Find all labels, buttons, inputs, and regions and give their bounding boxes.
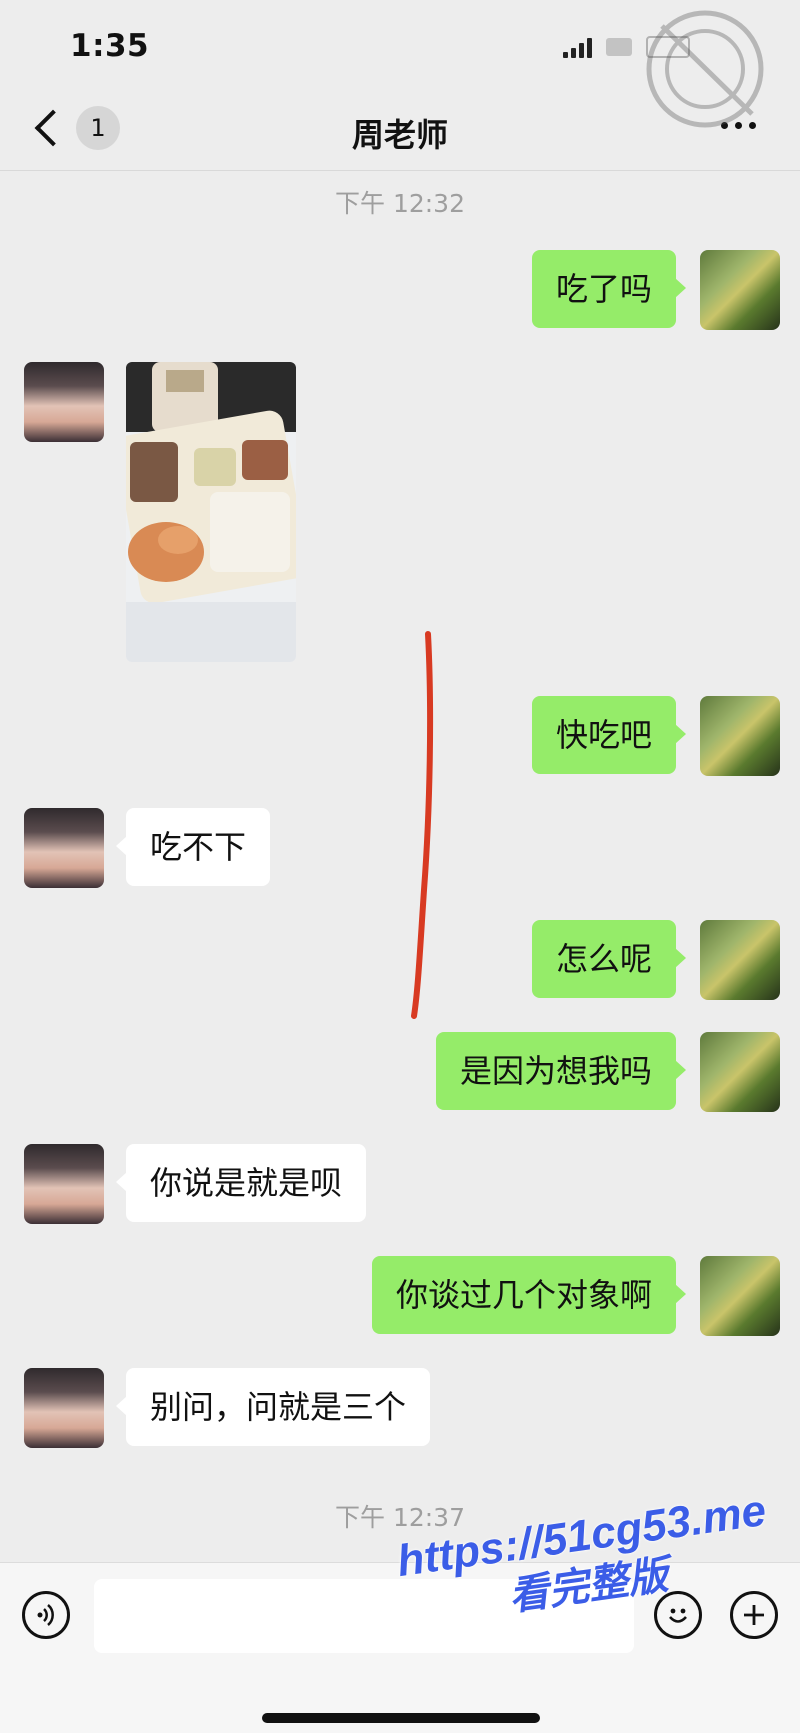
my-message-bubble[interactable]: 怎么呢 (531, 920, 687, 998)
battery-icon (646, 36, 690, 58)
signal-icon (563, 36, 592, 58)
input-bar (0, 1562, 800, 1733)
my-avatar[interactable] (700, 696, 780, 776)
more-functions-button[interactable] (730, 1591, 778, 1639)
my-avatar[interactable] (700, 250, 780, 330)
voice-icon (37, 1604, 54, 1626)
chat-title: 周老师 (351, 116, 448, 154)
my-message-bubble[interactable]: 是因为想我吗 (435, 1032, 687, 1110)
contact-message-bubble[interactable]: 吃不下 (115, 808, 271, 886)
contact-avatar[interactable] (24, 1368, 104, 1448)
voice-input-button[interactable] (22, 1591, 70, 1639)
my-avatar[interactable] (700, 1256, 780, 1336)
message-input[interactable] (94, 1579, 634, 1653)
contact-message-bubble[interactable]: 你说是就是呗 (115, 1144, 367, 1222)
contact-avatar[interactable] (24, 362, 104, 442)
my-avatar[interactable] (700, 1032, 780, 1112)
emoji-button[interactable] (654, 1591, 702, 1639)
photo-message[interactable] (126, 362, 296, 662)
more-options-button[interactable] (721, 122, 756, 129)
contact-message-bubble[interactable]: 别问，问就是三个 (115, 1368, 431, 1446)
status-bar: 1:35 (0, 0, 800, 92)
my-avatar[interactable] (700, 920, 780, 1000)
food-photo (126, 362, 296, 662)
my-message-bubble[interactable]: 吃了吗 (531, 250, 687, 328)
status-time: 1:35 (70, 28, 150, 64)
home-indicator (262, 1713, 540, 1723)
wifi-icon (606, 38, 632, 56)
contact-avatar[interactable] (24, 1144, 104, 1224)
status-icons (563, 36, 690, 58)
timestamp: 下午 12:32 (335, 189, 465, 218)
chat-header: 1 周老师 (0, 92, 800, 171)
contact-avatar[interactable] (24, 808, 104, 888)
my-message-bubble[interactable]: 你谈过几个对象啊 (371, 1256, 687, 1334)
my-message-bubble[interactable]: 快吃吧 (531, 696, 687, 774)
red-annotation-line (411, 631, 434, 1019)
plus-icon (744, 1605, 764, 1625)
timestamp: 下午 12:37 (335, 1503, 465, 1532)
smiley-icon (669, 1608, 687, 1623)
